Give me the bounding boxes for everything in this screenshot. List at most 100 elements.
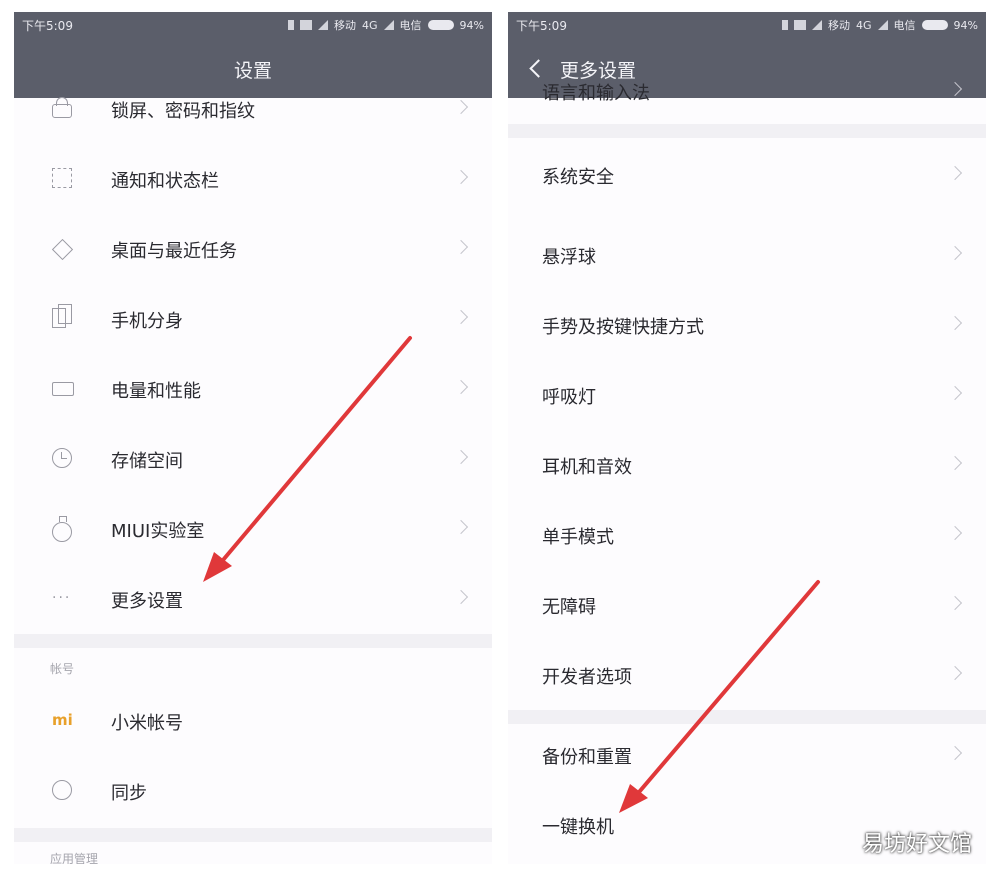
item-label: 一键换机 — [542, 817, 614, 838]
item-label: 无障碍 — [542, 597, 596, 618]
network-type: 4G — [362, 18, 378, 32]
status-bar: 下午5:09 移动 4G 电信 94% — [508, 12, 986, 38]
chevron-right-icon — [453, 309, 469, 325]
chevron-right-icon — [453, 99, 469, 115]
battery-icon — [427, 20, 454, 30]
item-label: 更多设置 — [111, 591, 183, 612]
section-title-account: 帐号 — [50, 662, 75, 676]
chevron-right-icon — [947, 315, 963, 331]
settings-list: 锁屏、密码和指纹 通知和状态栏 桌面与最近任务 手机分身 电量和性能 存储空间 — [14, 97, 492, 864]
sync-icon — [52, 780, 72, 800]
settings-item-backup-reset[interactable]: 备份和重置 — [508, 726, 986, 786]
chevron-right-icon — [947, 385, 963, 401]
battery-percent: 94% — [459, 18, 484, 32]
item-label: 同步 — [111, 783, 147, 804]
signal-icon — [812, 20, 823, 30]
carrier-2: 电信 — [893, 19, 916, 32]
section-divider — [508, 124, 986, 138]
settings-item-one-hand[interactable]: 单手模式 — [508, 506, 986, 566]
watermark: 易坊好文馆 — [861, 832, 972, 857]
settings-item-lockscreen[interactable]: 锁屏、密码和指纹 — [14, 80, 492, 140]
item-label: 系统安全 — [542, 167, 614, 188]
item-label: MIUI实验室 — [111, 521, 205, 542]
settings-item-gestures[interactable]: 手势及按键快捷方式 — [508, 296, 986, 356]
section-divider — [14, 828, 492, 842]
item-label: 通知和状态栏 — [111, 171, 219, 192]
chevron-right-icon — [453, 519, 469, 535]
more-dots-icon: ··· — [52, 590, 72, 606]
item-label: 呼吸灯 — [542, 387, 596, 408]
lab-flask-icon — [52, 516, 72, 542]
chevron-right-icon — [947, 165, 963, 181]
settings-item-developer[interactable]: 开发者选项 — [508, 646, 986, 706]
chevron-right-icon — [453, 589, 469, 605]
signal-icon-2 — [383, 20, 394, 30]
battery-icon — [52, 382, 74, 396]
item-label: 手机分身 — [111, 311, 183, 332]
item-label: 存储空间 — [111, 451, 183, 472]
battery-percent: 94% — [953, 18, 978, 32]
chevron-right-icon — [947, 665, 963, 681]
chevron-right-icon — [947, 525, 963, 541]
settings-item-second-space[interactable]: 手机分身 — [14, 290, 492, 350]
status-time: 下午5:09 — [516, 19, 567, 33]
bluetooth-icon — [288, 20, 295, 30]
settings-item-notification-light[interactable]: 呼吸灯 — [508, 366, 986, 426]
page-title: 设置 — [233, 60, 272, 82]
wifi-icon — [794, 20, 807, 30]
item-label: 小米帐号 — [111, 713, 183, 734]
item-label: 电量和性能 — [111, 381, 201, 402]
settings-item-notifications[interactable]: 通知和状态栏 — [14, 150, 492, 210]
item-label: 开发者选项 — [542, 667, 632, 688]
section-title-apps: 应用管理 — [50, 852, 99, 864]
network-type: 4G — [856, 18, 872, 32]
settings-item-headphones[interactable]: 耳机和音效 — [508, 436, 986, 496]
phone-clone-icon — [52, 304, 72, 328]
home-icon — [51, 238, 74, 261]
settings-screen: 下午5:09 移动 4G 电信 94% 设置 锁屏、密码和指纹 通知和状态栏 桌… — [14, 12, 492, 864]
mi-logo-icon: mi — [52, 711, 73, 729]
settings-item-language[interactable]: 语言和输入法 — [508, 62, 986, 122]
signal-icon — [318, 20, 329, 30]
carrier-1: 移动 — [334, 19, 357, 32]
item-label: 桌面与最近任务 — [111, 241, 237, 262]
item-label: 单手模式 — [542, 527, 614, 548]
chevron-right-icon — [453, 449, 469, 465]
item-label: 悬浮球 — [542, 247, 596, 268]
settings-item-mi-account[interactable]: mi 小米帐号 — [14, 692, 492, 752]
settings-item-more-settings[interactable]: ··· 更多设置 — [14, 570, 492, 630]
wifi-icon — [300, 20, 313, 30]
chevron-right-icon — [947, 245, 963, 261]
carrier-2: 电信 — [399, 19, 422, 32]
chevron-right-icon — [947, 455, 963, 471]
chevron-right-icon — [947, 595, 963, 611]
settings-item-miui-lab[interactable]: MIUI实验室 — [14, 500, 492, 560]
battery-icon — [921, 20, 948, 30]
settings-item-security[interactable]: 系统安全 — [508, 146, 986, 206]
settings-item-desktop[interactable]: 桌面与最近任务 — [14, 220, 492, 280]
section-divider — [14, 634, 492, 648]
item-label: 手势及按键快捷方式 — [542, 317, 704, 338]
storage-icon — [52, 448, 72, 468]
settings-item-accessibility[interactable]: 无障碍 — [508, 576, 986, 636]
status-time: 下午5:09 — [22, 19, 73, 33]
bluetooth-icon — [782, 20, 789, 30]
item-label: 备份和重置 — [542, 747, 632, 768]
item-label: 锁屏、密码和指纹 — [111, 101, 255, 122]
item-label: 语言和输入法 — [542, 83, 650, 104]
chevron-right-icon — [947, 81, 963, 97]
settings-item-floating-ball[interactable]: 悬浮球 — [508, 226, 986, 286]
settings-item-battery[interactable]: 电量和性能 — [14, 360, 492, 420]
settings-item-storage[interactable]: 存储空间 — [14, 430, 492, 490]
chevron-right-icon — [453, 239, 469, 255]
settings-item-sync[interactable]: 同步 — [14, 762, 492, 822]
chevron-right-icon — [947, 745, 963, 761]
more-settings-screen: 下午5:09 移动 4G 电信 94% 更多设置 语言和输入法 系统安全 悬浮球 — [508, 12, 986, 864]
chevron-right-icon — [453, 379, 469, 395]
notification-icon — [52, 168, 72, 188]
section-divider — [508, 710, 986, 724]
chevron-right-icon — [453, 169, 469, 185]
item-label: 耳机和音效 — [542, 457, 632, 478]
status-bar: 下午5:09 移动 4G 电信 94% — [14, 12, 492, 38]
signal-icon-2 — [877, 20, 888, 30]
